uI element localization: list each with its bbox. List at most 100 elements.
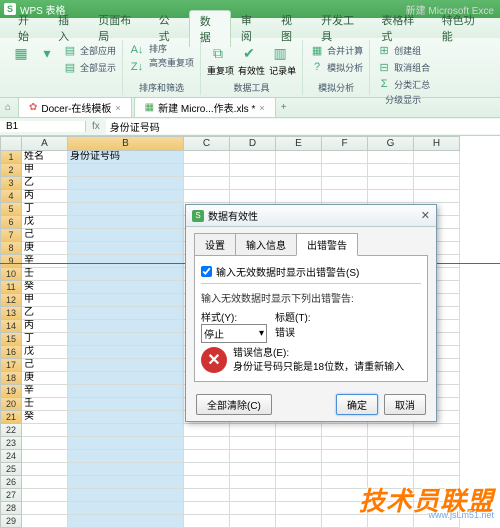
pivot-table-icon[interactable]: ▦ bbox=[10, 42, 32, 64]
cell[interactable]: 甲 bbox=[22, 164, 68, 177]
cell[interactable] bbox=[414, 463, 460, 476]
cell[interactable]: 庚 bbox=[22, 372, 68, 385]
cell[interactable] bbox=[22, 437, 68, 450]
cell[interactable]: 癸 bbox=[22, 281, 68, 294]
cell[interactable] bbox=[368, 177, 414, 190]
cell[interactable] bbox=[68, 268, 184, 281]
cell[interactable] bbox=[68, 320, 184, 333]
cell[interactable] bbox=[230, 463, 276, 476]
fx-icon[interactable]: fx bbox=[86, 121, 106, 132]
dialog-titlebar[interactable]: S 数据有效性 ✕ bbox=[186, 205, 436, 227]
name-box[interactable]: B1 bbox=[0, 121, 86, 132]
cell[interactable] bbox=[368, 450, 414, 463]
validation-icon[interactable]: ✔ bbox=[238, 42, 260, 64]
cell[interactable] bbox=[322, 151, 368, 164]
cell[interactable] bbox=[184, 489, 230, 502]
cell[interactable]: 壬 bbox=[22, 268, 68, 281]
home-tab-icon[interactable]: ⌂ bbox=[0, 102, 16, 113]
cell[interactable] bbox=[276, 463, 322, 476]
row-header[interactable]: 9 bbox=[0, 255, 22, 268]
cell[interactable] bbox=[230, 177, 276, 190]
cell[interactable] bbox=[68, 216, 184, 229]
row-header[interactable]: 11 bbox=[0, 281, 22, 294]
cell[interactable] bbox=[368, 151, 414, 164]
cell[interactable] bbox=[230, 476, 276, 489]
cell[interactable] bbox=[414, 424, 460, 437]
cell[interactable] bbox=[22, 424, 68, 437]
row-header[interactable]: 16 bbox=[0, 346, 22, 359]
cell[interactable] bbox=[414, 437, 460, 450]
cell[interactable]: 戊 bbox=[22, 346, 68, 359]
cell[interactable] bbox=[68, 385, 184, 398]
cell[interactable] bbox=[68, 190, 184, 203]
cell[interactable]: 己 bbox=[22, 229, 68, 242]
col-header-A[interactable]: A bbox=[22, 136, 68, 151]
autofilter-icon[interactable]: ▾ bbox=[36, 42, 58, 64]
cell[interactable]: 己 bbox=[22, 359, 68, 372]
col-header-F[interactable]: F bbox=[322, 136, 368, 151]
row-header[interactable]: 19 bbox=[0, 385, 22, 398]
cell[interactable] bbox=[276, 450, 322, 463]
cell[interactable] bbox=[68, 333, 184, 346]
row-header[interactable]: 7 bbox=[0, 229, 22, 242]
cell[interactable] bbox=[276, 437, 322, 450]
cell[interactable] bbox=[322, 190, 368, 203]
style-select[interactable]: 停止▾ bbox=[201, 324, 267, 343]
cell[interactable]: 甲 bbox=[22, 294, 68, 307]
cell[interactable] bbox=[322, 177, 368, 190]
cell[interactable] bbox=[322, 463, 368, 476]
cell[interactable] bbox=[22, 502, 68, 515]
cell[interactable] bbox=[68, 515, 184, 528]
col-header-D[interactable]: D bbox=[230, 136, 276, 151]
row-header[interactable]: 10 bbox=[0, 268, 22, 281]
cell[interactable] bbox=[276, 476, 322, 489]
reapply-button[interactable]: ▤全部应用 bbox=[62, 42, 116, 58]
row-header[interactable]: 12 bbox=[0, 294, 22, 307]
cell[interactable] bbox=[414, 151, 460, 164]
cell[interactable] bbox=[230, 502, 276, 515]
cell[interactable]: 辛 bbox=[22, 255, 68, 268]
cell[interactable] bbox=[368, 164, 414, 177]
cell[interactable] bbox=[414, 177, 460, 190]
cell[interactable] bbox=[22, 450, 68, 463]
cell[interactable] bbox=[68, 450, 184, 463]
cell[interactable] bbox=[184, 151, 230, 164]
col-header-G[interactable]: G bbox=[368, 136, 414, 151]
duplicates-icon[interactable]: ⧉ bbox=[207, 42, 229, 64]
cell[interactable]: 庚 bbox=[22, 242, 68, 255]
cell[interactable]: 戊 bbox=[22, 216, 68, 229]
cell[interactable] bbox=[68, 307, 184, 320]
cell[interactable] bbox=[22, 463, 68, 476]
row-header[interactable]: 3 bbox=[0, 177, 22, 190]
row-header[interactable]: 28 bbox=[0, 502, 22, 515]
cell[interactable]: 癸 bbox=[22, 411, 68, 424]
cell[interactable] bbox=[68, 281, 184, 294]
row-header[interactable]: 8 bbox=[0, 242, 22, 255]
dialog-tab-1[interactable]: 输入信息 bbox=[235, 233, 297, 256]
cell[interactable] bbox=[68, 476, 184, 489]
cell[interactable] bbox=[184, 450, 230, 463]
cell[interactable] bbox=[368, 463, 414, 476]
cell[interactable] bbox=[184, 515, 230, 528]
close-icon[interactable]: × bbox=[115, 103, 120, 113]
cell[interactable] bbox=[68, 294, 184, 307]
cell[interactable] bbox=[276, 424, 322, 437]
row-header[interactable]: 26 bbox=[0, 476, 22, 489]
cell[interactable]: 辛 bbox=[22, 385, 68, 398]
dialog-close-icon[interactable]: ✕ bbox=[421, 209, 430, 222]
row-header[interactable]: 1 bbox=[0, 151, 22, 164]
cell[interactable] bbox=[68, 177, 184, 190]
close-icon[interactable]: × bbox=[259, 103, 264, 113]
row-header[interactable]: 18 bbox=[0, 372, 22, 385]
row-header[interactable]: 20 bbox=[0, 398, 22, 411]
cell[interactable] bbox=[414, 450, 460, 463]
cell[interactable] bbox=[230, 190, 276, 203]
row-header[interactable]: 13 bbox=[0, 307, 22, 320]
formula-input[interactable]: 身份证号码 bbox=[106, 119, 500, 134]
row-header[interactable]: 24 bbox=[0, 450, 22, 463]
row-header[interactable]: 14 bbox=[0, 320, 22, 333]
cell[interactable] bbox=[414, 164, 460, 177]
cell[interactable] bbox=[68, 203, 184, 216]
cell[interactable] bbox=[68, 242, 184, 255]
tab-docer[interactable]: ✿Docer-在线模板× bbox=[18, 97, 132, 118]
